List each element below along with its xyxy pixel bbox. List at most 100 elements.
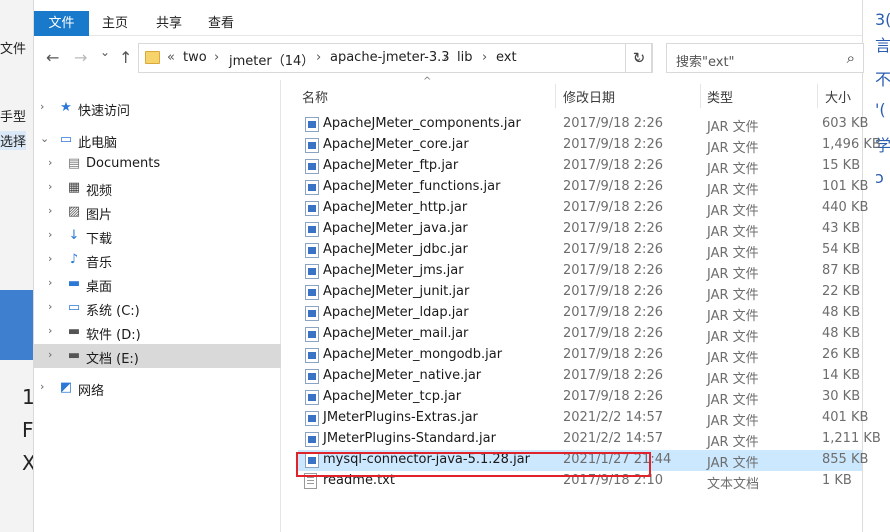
column-divider[interactable] <box>700 84 701 108</box>
bg-fragment: 手型 <box>0 110 27 125</box>
jar-file-icon <box>305 138 319 153</box>
chevron-right-icon[interactable]: › <box>48 228 52 241</box>
breadcrumb-jmeter[interactable]: jmeter（14） <box>229 50 314 69</box>
nav-item[interactable]: › ▬ 软件 (D:) <box>34 320 281 344</box>
nav-item[interactable]: ⌄ ▭ 此电脑 <box>34 128 281 152</box>
chevron-right-icon[interactable]: › <box>48 156 52 169</box>
bg-fragment: X <box>22 451 33 475</box>
nav-item[interactable]: › ◩ 网络 <box>34 376 281 400</box>
refresh-icon[interactable]: ↻ <box>625 43 653 73</box>
nav-item-icon: ▬ <box>67 276 81 291</box>
file-type: JAR 文件 <box>707 225 759 240</box>
address-bar[interactable]: « two › jmeter（14） › apache-jmeter-3.3 ›… <box>138 43 652 73</box>
navigation-pane: › ★ 快速访问 ⌄ ▭ 此电脑 › ▤ Documents › ▦ 视频 › ▨ 图片 › ↓ 下载 › ♪ 音乐 › ▬… <box>34 80 281 532</box>
bg-blue-block <box>0 290 33 360</box>
search-input[interactable]: 搜索"ext" ⌕ <box>666 43 864 73</box>
file-size: 401 KB <box>822 410 869 425</box>
breadcrumb-separator[interactable]: › <box>214 50 219 65</box>
nav-item[interactable]: › ▨ 图片 <box>34 200 281 224</box>
file-row[interactable]: ApacheJMeter_http.jar 2017/9/18 2:26 JAR 文… <box>298 198 868 219</box>
back-icon[interactable]: ← <box>46 48 59 67</box>
chevron-right-icon[interactable]: › <box>48 180 52 193</box>
search-icon[interactable]: ⌕ <box>847 49 855 67</box>
nav-item[interactable]: › ★ 快速访问 <box>34 96 281 120</box>
column-divider[interactable] <box>817 84 818 108</box>
nav-item[interactable]: › ▬ 文档 (E:) <box>34 344 281 368</box>
nav-item-label: 快速访问 <box>78 104 131 119</box>
nav-item-label: 桌面 <box>86 280 113 295</box>
breadcrumb-separator[interactable]: › <box>482 50 487 65</box>
chevron-right-icon[interactable]: › <box>48 204 52 217</box>
jar-file-icon <box>305 327 319 342</box>
file-size: 48 KB <box>822 305 861 320</box>
column-header-size[interactable]: 大小 <box>825 87 851 106</box>
chevron-down-icon[interactable]: ⌄ <box>40 132 49 145</box>
breadcrumb-ext[interactable]: ext <box>496 50 517 65</box>
file-row[interactable]: JMeterPlugins-Extras.jar 2021/2/2 14:57 JA… <box>298 408 868 429</box>
file-row[interactable]: ApacheJMeter_functions.jar 2017/9/18 2:26… <box>298 177 868 198</box>
nav-item[interactable]: › ♪ 音乐 <box>34 248 281 272</box>
nav-item[interactable]: › ▦ 视频 <box>34 176 281 200</box>
breadcrumb-lib[interactable]: lib <box>457 50 472 65</box>
ribbon-tabs: 文件 主页 共享 查看 <box>34 8 862 36</box>
nav-item-label: 视频 <box>86 184 113 199</box>
bg-fragment: 1 <box>22 385 34 409</box>
forward-icon[interactable]: → <box>74 48 87 67</box>
tab-home[interactable]: 主页 <box>102 11 128 36</box>
tab-file[interactable]: 文件 <box>34 11 89 36</box>
column-header-name[interactable]: 名称 <box>302 87 328 106</box>
file-row[interactable]: ApacheJMeter_core.jar 2017/9/18 2:26 JAR 文… <box>298 135 881 156</box>
file-modified: 2017/9/18 2:26 <box>563 347 663 362</box>
file-row[interactable]: ApacheJMeter_mail.jar 2017/9/18 2:26 JAR 文… <box>298 324 862 345</box>
file-size: 22 KB <box>822 284 861 299</box>
file-name: ApacheJMeter_junit.jar <box>323 284 470 299</box>
file-type: JAR 文件 <box>707 120 759 135</box>
tab-view[interactable]: 查看 <box>208 11 234 36</box>
breadcrumb-overflow[interactable]: « <box>167 50 175 65</box>
file-row[interactable]: ApacheJMeter_native.jar 2017/9/18 2:26 JAR… <box>298 366 862 387</box>
breadcrumb-separator[interactable]: › <box>316 50 321 65</box>
recent-locations-icon[interactable]: ⌄ <box>100 45 110 59</box>
file-size: 48 KB <box>822 326 861 341</box>
tab-share[interactable]: 共享 <box>156 11 182 36</box>
file-modified: 2021/2/2 14:57 <box>563 410 663 425</box>
file-row[interactable]: ApacheJMeter_java.jar 2017/9/18 2:26 JAR 文… <box>298 219 862 240</box>
chevron-right-icon[interactable]: › <box>40 100 44 113</box>
file-row[interactable]: ApacheJMeter_mongodb.jar 2017/9/18 2:26 JA… <box>298 345 862 366</box>
file-type: JAR 文件 <box>707 204 759 219</box>
column-divider[interactable] <box>555 84 556 108</box>
file-row[interactable]: JMeterPlugins-Standard.jar 2021/2/2 14:57… <box>298 429 881 450</box>
column-header-type[interactable]: 类型 <box>707 87 733 106</box>
file-row[interactable]: ApacheJMeter_junit.jar 2017/9/18 2:26 JAR … <box>298 282 862 303</box>
chevron-right-icon[interactable]: › <box>48 324 52 337</box>
file-row[interactable]: ApacheJMeter_jdbc.jar 2017/9/18 2:26 JAR 文… <box>298 240 862 261</box>
chevron-right-icon[interactable]: › <box>48 252 52 265</box>
nav-item-icon: ▤ <box>67 156 81 171</box>
file-modified: 2017/9/18 2:26 <box>563 389 663 404</box>
nav-item[interactable]: › ▤ Documents <box>34 152 281 176</box>
file-row[interactable]: ApacheJMeter_ldap.jar 2017/9/18 2:26 JAR 文… <box>298 303 862 324</box>
up-icon[interactable]: ↑ <box>119 48 132 67</box>
file-name: ApacheJMeter_ldap.jar <box>323 305 469 320</box>
file-row[interactable]: ApacheJMeter_components.jar 2017/9/18 2:2… <box>298 114 868 135</box>
column-header-modified[interactable]: 修改日期 <box>563 87 615 106</box>
breadcrumb-two[interactable]: two <box>183 50 207 65</box>
file-type: JAR 文件 <box>707 288 759 303</box>
chevron-right-icon[interactable]: › <box>48 276 52 289</box>
file-row[interactable]: ApacheJMeter_ftp.jar 2017/9/18 2:26 JAR 文件… <box>298 156 862 177</box>
breadcrumb-separator[interactable]: › <box>443 50 448 65</box>
nav-item[interactable]: › ↓ 下载 <box>34 224 281 248</box>
breadcrumb-apache-jmeter[interactable]: apache-jmeter-3.3 <box>330 50 450 65</box>
chevron-right-icon[interactable]: › <box>48 300 52 313</box>
chevron-right-icon[interactable]: › <box>40 380 44 393</box>
nav-item[interactable]: › ▬ 桌面 <box>34 272 281 296</box>
file-modified: 2017/9/18 2:26 <box>563 263 663 278</box>
nav-item-icon: ▨ <box>67 204 81 219</box>
file-name: ApacheJMeter_jdbc.jar <box>323 242 468 257</box>
nav-item[interactable]: › ▭ 系统 (C:) <box>34 296 281 320</box>
nav-item-label: 软件 (D:) <box>86 328 141 343</box>
file-row[interactable]: ApacheJMeter_jms.jar 2017/9/18 2:26 JAR 文件… <box>298 261 862 282</box>
file-row[interactable]: ApacheJMeter_tcp.jar 2017/9/18 2:26 JAR 文件… <box>298 387 862 408</box>
chevron-right-icon[interactable]: › <box>48 348 52 361</box>
file-modified: 2017/9/18 2:26 <box>563 242 663 257</box>
